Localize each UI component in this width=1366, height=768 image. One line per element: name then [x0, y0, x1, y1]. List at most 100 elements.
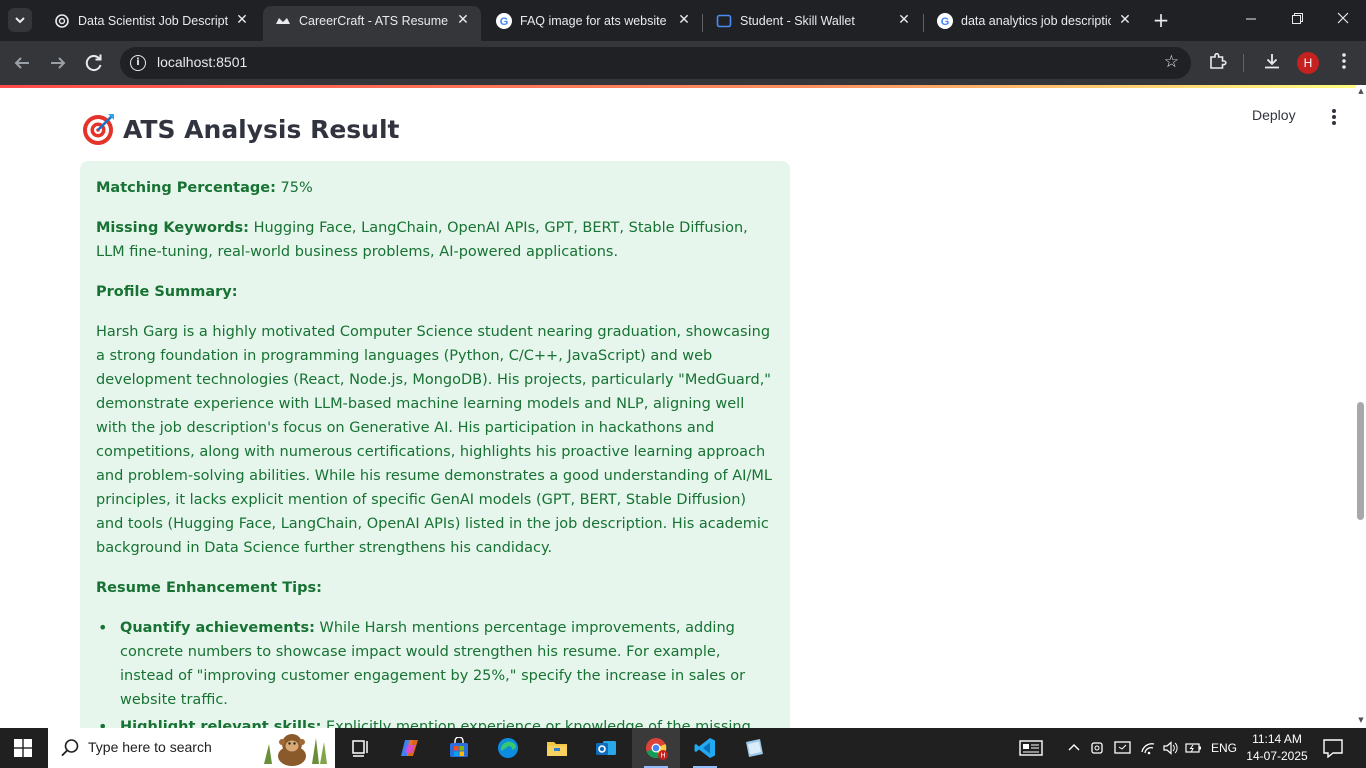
tab-data-scientist[interactable]: Data Scientist Job Descriptio ✕ [42, 6, 260, 41]
wifi-icon [1141, 743, 1155, 755]
tab-title: Data Scientist Job Descriptio [78, 14, 228, 28]
new-tab-button[interactable]: + [1150, 9, 1172, 31]
chrome-icon: H [646, 738, 668, 760]
language-indicator[interactable]: ENG [1208, 728, 1240, 768]
notification-icon[interactable] [1322, 738, 1344, 758]
show-hidden-icons-button[interactable] [1064, 728, 1084, 768]
openai-icon [55, 14, 69, 28]
tab-separator [923, 14, 924, 32]
close-tab-icon[interactable]: ✕ [1117, 12, 1133, 28]
copilot-button[interactable] [386, 728, 434, 768]
newspaper-icon [1019, 740, 1043, 756]
windows-taskbar: Type here to search H ENG 11:14 AM 14-07… [0, 728, 1366, 768]
address-bar[interactable]: i localhost:8501 ☆ [120, 47, 1191, 79]
tip-title: Highlight relevant skills: [120, 719, 322, 728]
matching-percentage: Matching Percentage: 75% [96, 176, 774, 200]
app-window-button[interactable] [730, 728, 778, 768]
microsoft-store-button[interactable] [435, 728, 483, 768]
skill-wallet-icon [716, 14, 732, 28]
kebab-menu-icon [1342, 53, 1346, 69]
missing-label: Missing Keywords: [96, 220, 249, 236]
svg-text:H: H [660, 753, 665, 760]
address-url[interactable]: localhost:8501 [157, 54, 247, 70]
taskbar-search-box[interactable]: Type here to search [48, 728, 335, 768]
tab-faq-image[interactable]: G FAQ image for ats website - ✕ [484, 6, 702, 41]
restore-button[interactable] [1274, 0, 1320, 40]
tab-title: CareerCraft - ATS Resume Ar [299, 14, 449, 28]
outlook-button[interactable] [582, 728, 630, 768]
volume-button[interactable] [1160, 728, 1180, 768]
clock-date: 14-07-2025 [1246, 749, 1308, 763]
task-view-button[interactable] [337, 728, 385, 768]
tips-list: Quantify achievements: While Harsh menti… [96, 616, 774, 728]
direct-hit-icon [83, 114, 114, 145]
forward-button[interactable] [46, 51, 70, 75]
device-status-button[interactable] [1112, 728, 1134, 768]
close-tab-icon[interactable]: ✕ [896, 12, 912, 28]
copilot-icon [401, 740, 418, 756]
camera-icon [1091, 742, 1103, 754]
meet-now-button[interactable] [1088, 728, 1108, 768]
tab-careercraft[interactable]: CareerCraft - ATS Resume Ar ✕ [263, 6, 481, 41]
vscode-button[interactable] [681, 728, 729, 768]
news-widget-button[interactable] [1016, 728, 1046, 768]
taskbar-clock[interactable]: 11:14 AM 14-07-2025 [1245, 731, 1309, 765]
close-tab-icon[interactable]: ✕ [234, 12, 250, 28]
google-icon: G [937, 13, 953, 29]
back-button[interactable] [10, 51, 34, 75]
tab-skill-wallet[interactable]: Student - Skill Wallet ✕ [704, 6, 922, 41]
edge-button[interactable] [484, 728, 532, 768]
tab-title: Student - Skill Wallet [740, 14, 855, 28]
close-tab-icon[interactable]: ✕ [676, 12, 692, 28]
app-window-icon [746, 739, 763, 757]
summary-label: Profile Summary: [96, 284, 238, 300]
profile-summary-heading: Profile Summary: [96, 280, 774, 304]
store-bag-icon [450, 737, 468, 757]
svg-text:G: G [941, 16, 950, 28]
close-window-button[interactable] [1320, 0, 1366, 40]
task-view-icon [352, 740, 368, 757]
close-icon [1337, 12, 1349, 24]
reload-button[interactable] [82, 51, 106, 75]
vscode-icon [694, 738, 715, 758]
minimize-button[interactable] [1228, 0, 1274, 40]
reload-icon [85, 54, 102, 72]
speaker-icon [1163, 741, 1178, 755]
battery-button[interactable] [1183, 728, 1205, 768]
tip-title: Quantify achievements: [120, 620, 315, 636]
presentation-icon [1114, 741, 1131, 754]
deploy-button[interactable]: Deploy [1252, 107, 1296, 123]
arrow-right-icon [51, 57, 66, 69]
browser-tab-bar: Data Scientist Job Descriptio ✕ CareerCr… [0, 0, 1366, 41]
svg-text:G: G [500, 16, 509, 28]
chevron-down-icon [15, 17, 25, 24]
tab-title: FAQ image for ats website - [520, 14, 670, 28]
windows-start-icon[interactable] [14, 739, 32, 757]
tab-search-button[interactable] [8, 8, 32, 32]
main-menu-button[interactable] [1324, 105, 1344, 129]
scrollbar-thumb[interactable] [1357, 402, 1364, 520]
restore-icon [1291, 13, 1303, 24]
site-info-icon[interactable]: i [130, 55, 146, 71]
clock-time: 11:14 AM [1252, 732, 1302, 746]
scroll-down-arrow-icon[interactable]: ▼ [1356, 716, 1366, 726]
network-button[interactable] [1138, 728, 1158, 768]
chrome-menu-button[interactable] [1332, 51, 1356, 75]
tab-data-analytics[interactable]: G data analytics job descriptio ✕ [925, 6, 1143, 41]
profile-avatar[interactable]: H [1297, 52, 1319, 74]
page-viewport: Deploy ATS Analysis Result Matching Perc… [0, 85, 1366, 728]
downloads-button[interactable] [1260, 51, 1284, 75]
scroll-up-arrow-icon[interactable]: ▲ [1356, 87, 1366, 97]
page-title-text: ATS Analysis Result [123, 114, 400, 144]
edge-icon [498, 738, 518, 758]
matching-value: 75% [280, 180, 313, 196]
extensions-button[interactable] [1206, 51, 1230, 75]
profile-summary-text: Harsh Garg is a highly motivated Compute… [96, 324, 772, 556]
chrome-button[interactable]: H [632, 728, 680, 768]
matching-label: Matching Percentage: [96, 180, 276, 196]
close-tab-icon[interactable]: ✕ [455, 12, 471, 28]
page-title: ATS Analysis Result [82, 109, 400, 149]
file-explorer-button[interactable] [533, 728, 581, 768]
bookmark-star-icon[interactable]: ☆ [1164, 52, 1179, 72]
tips-label: Resume Enhancement Tips: [96, 580, 322, 596]
